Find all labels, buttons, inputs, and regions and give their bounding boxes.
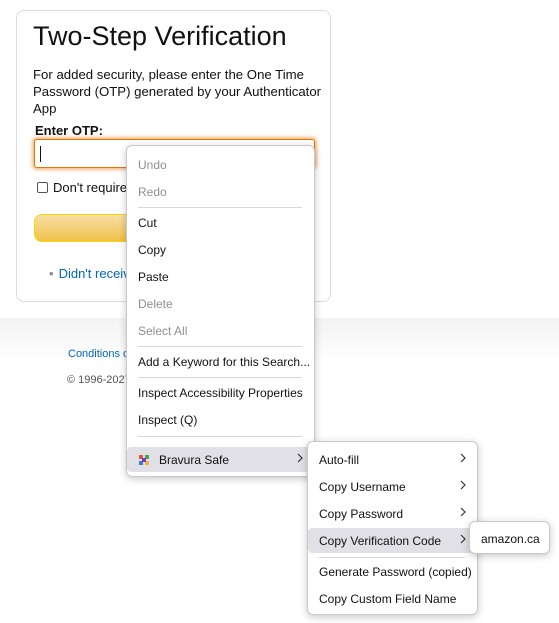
menu-item-undo[interactable]: Undo [127, 152, 314, 177]
remember-device-option[interactable]: Don't require [37, 180, 127, 195]
menu-item-label: Copy [138, 242, 167, 257]
menu-item-delete[interactable]: Delete [127, 291, 314, 316]
menu-item-copy-password[interactable]: Copy Password [308, 501, 477, 526]
menu-item-label: Redo [138, 184, 167, 199]
menu-item-label: Bravura Safe [159, 452, 230, 467]
menu-item-auto-fill[interactable]: Auto-fill [308, 447, 477, 472]
verification-code-submenu: amazon.ca [469, 521, 550, 554]
menu-separator [319, 557, 465, 558]
context-menu: Undo Redo Cut Copy Paste Delete Select A… [126, 145, 315, 477]
menu-item-generate-password[interactable]: Generate Password (copied) [308, 559, 477, 584]
menu-item-amazon-ca[interactable]: amazon.ca [470, 526, 549, 551]
menu-item-inspect-accessibility[interactable]: Inspect Accessibility Properties [127, 380, 314, 405]
menu-item-label: Auto-fill [319, 452, 360, 467]
chevron-right-icon [459, 453, 467, 463]
menu-item-label: Inspect (Q) [138, 412, 198, 427]
menu-item-label: Add a Keyword for this Search... [138, 354, 311, 369]
menu-item-inspect[interactable]: Inspect (Q) [127, 407, 314, 432]
menu-separator [138, 377, 302, 378]
menu-separator [138, 346, 302, 347]
menu-item-copy-username[interactable]: Copy Username [308, 474, 477, 499]
menu-item-label: Copy Password [319, 506, 404, 521]
menu-item-label: Inspect Accessibility Properties [138, 385, 303, 400]
page-title: Two-Step Verification [33, 21, 287, 51]
chevron-right-icon [459, 534, 467, 544]
menu-item-label: Copy Username [319, 479, 406, 494]
page-description: For added security, please enter the One… [33, 67, 322, 116]
otp-label: Enter OTP: [35, 123, 103, 138]
menu-item-paste[interactable]: Paste [127, 264, 314, 289]
menu-item-label: Generate Password (copied) [319, 564, 472, 579]
chevron-right-icon [459, 480, 467, 490]
menu-item-label: Undo [138, 157, 167, 172]
chevron-right-icon [296, 453, 304, 463]
text-caret [40, 146, 41, 162]
menu-item-copy[interactable]: Copy [127, 237, 314, 262]
menu-item-label: amazon.ca [481, 531, 540, 546]
menu-item-label: Select All [138, 323, 188, 338]
menu-item-cut[interactable]: Cut [127, 210, 314, 235]
menu-item-add-keyword[interactable]: Add a Keyword for this Search... [127, 349, 314, 374]
menu-item-redo[interactable]: Redo [127, 179, 314, 204]
copyright-text: © 1996-2027 [67, 374, 131, 386]
menu-item-bravura-safe[interactable]: Bravura Safe [127, 447, 314, 472]
menu-item-label: Delete [138, 296, 173, 311]
remember-label: Don't require [53, 180, 128, 195]
menu-item-select-all[interactable]: Select All [127, 318, 314, 343]
menu-item-copy-custom-field-name[interactable]: Copy Custom Field Name [308, 586, 477, 611]
chevron-right-icon [459, 507, 467, 517]
menu-separator [138, 207, 302, 208]
menu-item-copy-verification-code[interactable]: Copy Verification Code [308, 528, 477, 553]
menu-item-label: Paste [138, 269, 169, 284]
menu-item-label: Copy Verification Code [319, 533, 442, 548]
menu-item-label: Copy Custom Field Name [319, 591, 457, 606]
conditions-link[interactable]: Conditions o [68, 348, 129, 360]
remember-checkbox[interactable] [37, 182, 48, 193]
bullet-icon: • [49, 266, 54, 281]
menu-item-label: Cut [138, 215, 157, 230]
menu-separator [138, 436, 302, 437]
bravura-safe-submenu: Auto-fill Copy Username Copy Password Co… [307, 441, 478, 615]
didnt-receive-link[interactable]: • Didn't receive [49, 266, 137, 281]
bravura-safe-icon [138, 454, 150, 466]
